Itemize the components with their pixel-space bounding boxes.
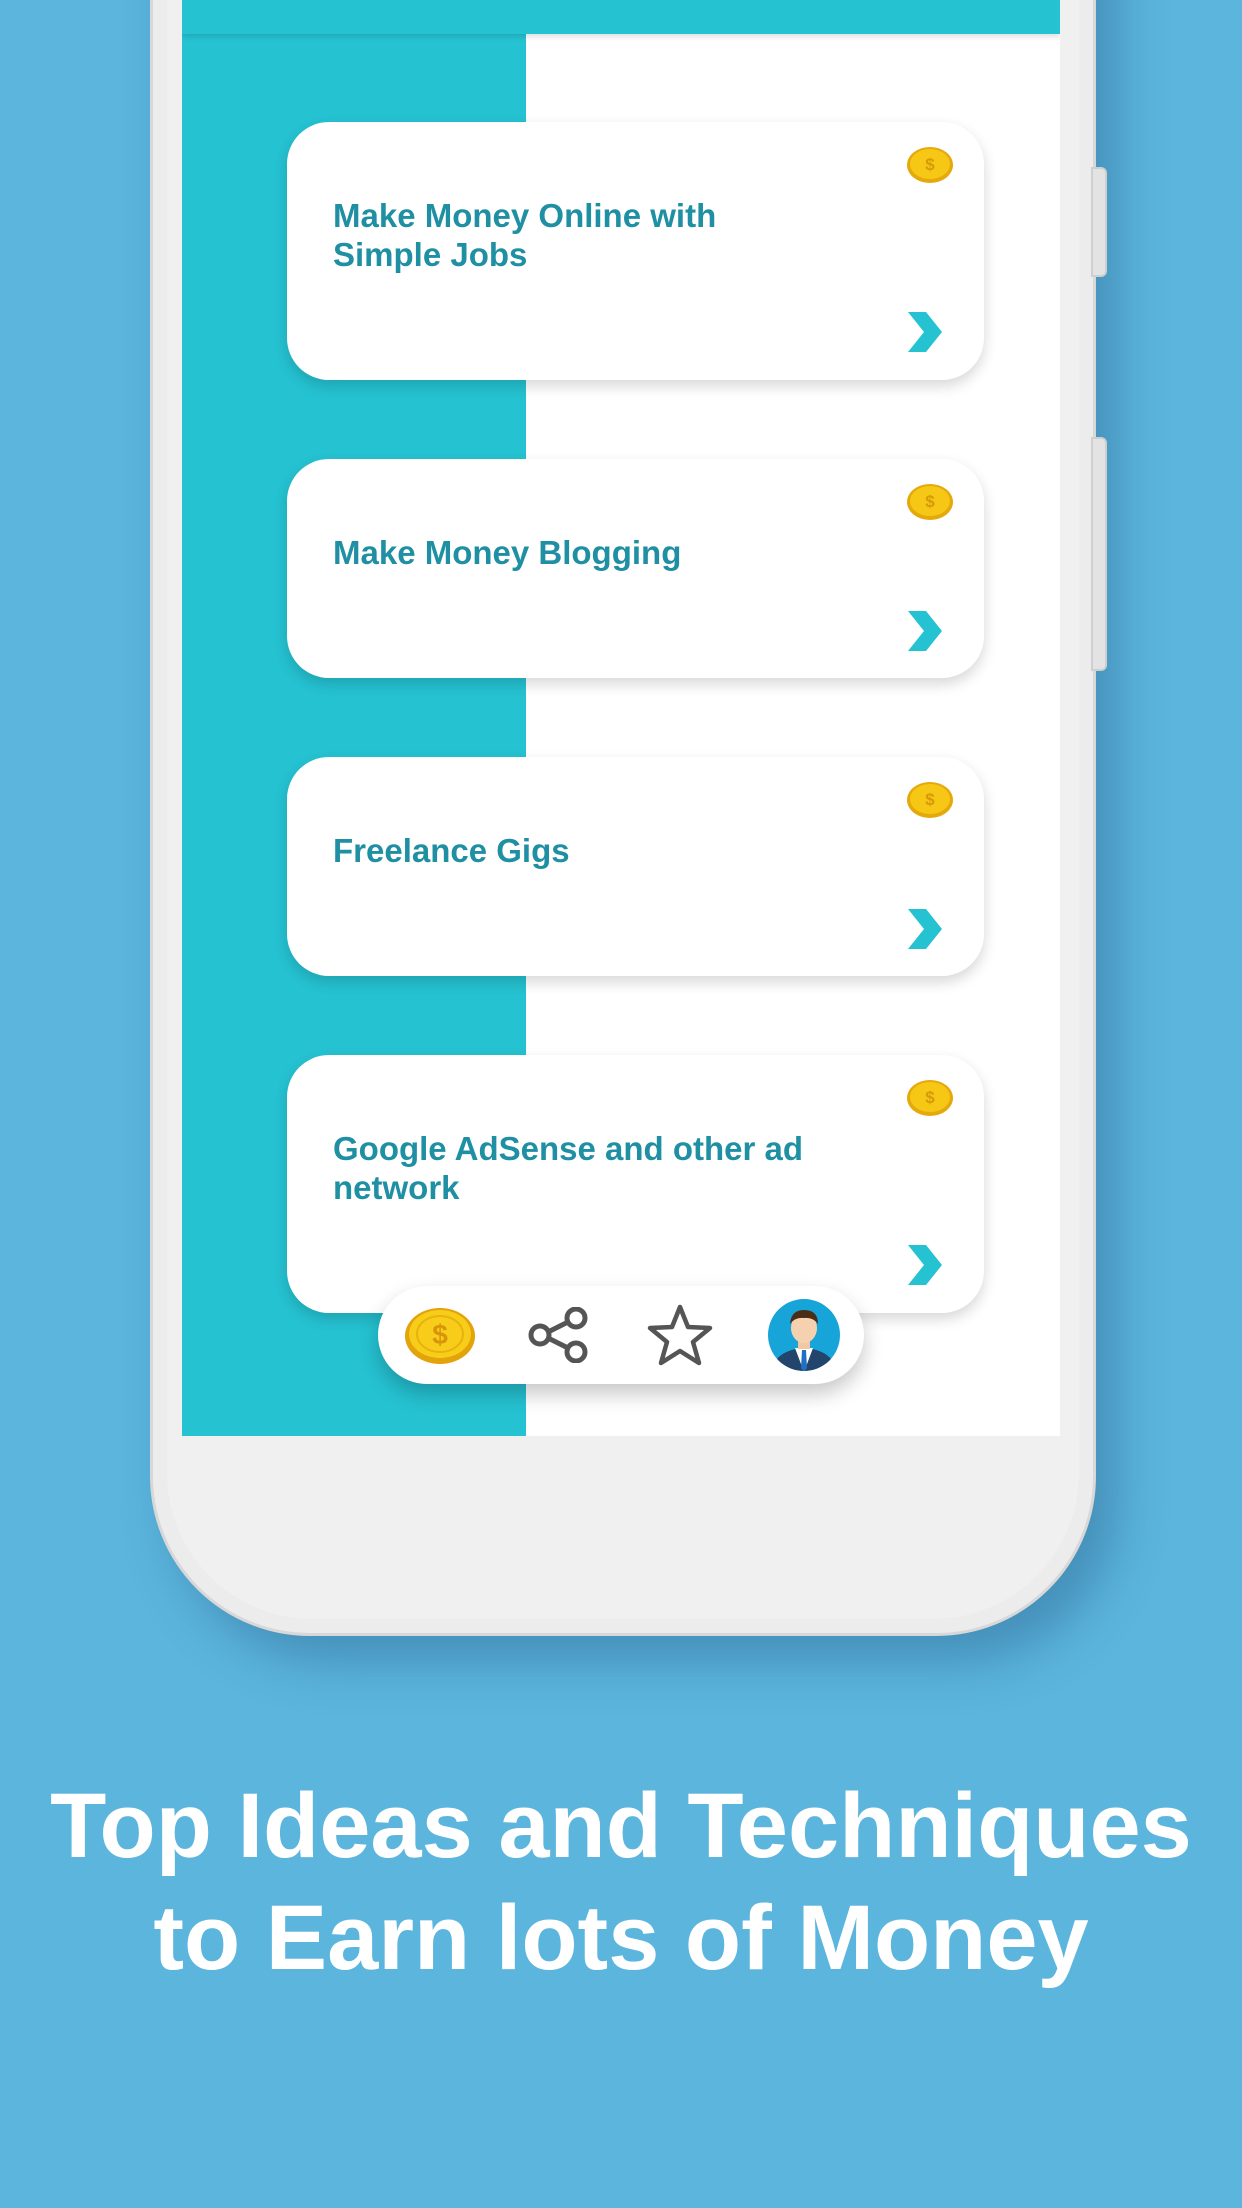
headline-line: Top Ideas and Techniques [50, 1775, 1192, 1877]
card-title: Make Money Online with Simple Jobs [333, 197, 717, 273]
idea-card[interactable]: $ Make Money Blogging [287, 459, 984, 678]
svg-text:$: $ [925, 492, 935, 511]
card-title: Freelance Gigs [333, 832, 570, 869]
share-icon[interactable] [518, 1286, 598, 1384]
idea-card[interactable]: $ Make Money Online with Simple Jobs [287, 122, 984, 380]
phone-volume-button [1091, 437, 1107, 671]
coin-icon: $ [906, 483, 954, 521]
bottom-nav: $ [378, 1286, 864, 1384]
svg-text:$: $ [432, 1319, 448, 1350]
card-title: Google AdSense and other ad network [333, 1130, 804, 1206]
chevron-right-icon[interactable] [904, 1241, 944, 1289]
app-top-bar [182, 0, 1060, 34]
headline-line: to Earn lots of Money [153, 1887, 1089, 1989]
avatar-icon[interactable] [762, 1286, 846, 1384]
svg-text:$: $ [925, 790, 935, 809]
phone-side-button [1091, 167, 1107, 277]
coin-icon: $ [906, 146, 954, 184]
coin-icon: $ [906, 781, 954, 819]
idea-card[interactable]: $ Freelance Gigs [287, 757, 984, 976]
promo-headline: Top Ideas and Techniques to Earn lots of… [0, 1770, 1242, 1994]
svg-text:$: $ [925, 155, 935, 174]
chevron-right-icon[interactable] [904, 905, 944, 953]
svg-text:$: $ [925, 1088, 935, 1107]
star-icon[interactable] [640, 1286, 720, 1384]
coin-icon[interactable]: $ [396, 1286, 484, 1384]
app-screen: $ Make Money Online with Simple Jobs $ M… [182, 0, 1060, 1436]
card-title: Make Money Blogging [333, 534, 682, 571]
chevron-right-icon[interactable] [904, 607, 944, 655]
coin-icon: $ [906, 1079, 954, 1117]
chevron-right-icon[interactable] [904, 308, 944, 356]
idea-card[interactable]: $ Google AdSense and other ad network [287, 1055, 984, 1313]
